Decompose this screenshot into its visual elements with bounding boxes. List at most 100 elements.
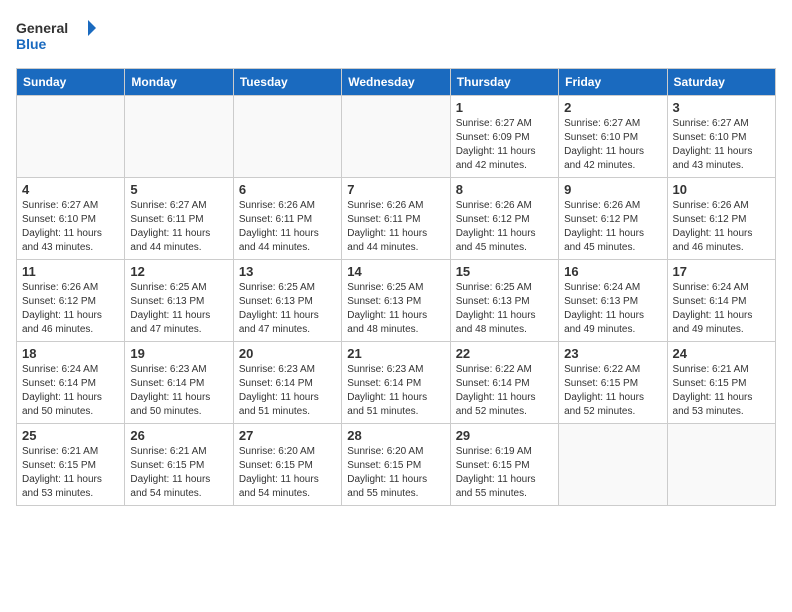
calendar-week-4: 18 Sunrise: 6:24 AM Sunset: 6:14 PM Dayli… <box>17 342 776 424</box>
weekday-header-sunday: Sunday <box>17 69 125 96</box>
logo: General Blue <box>16 16 96 56</box>
calendar-cell: 10Sunrise: 6:26 AM Sunset: 6:12 PM Dayli… <box>667 178 775 260</box>
day-info: Sunrise: 6:26 AM Sunset: 6:11 PM Dayligh… <box>239 199 336 255</box>
calendar-cell: 12 Sunrise: 6:25 AM Sunset: 6:13 PM Dayli… <box>125 260 233 342</box>
weekday-header-wednesday: Wednesday <box>342 69 450 96</box>
day-info: Sunrise: 6:26 AM Sunset: 6:12 PM Dayligh… <box>456 199 553 255</box>
logo-svg: General Blue <box>16 16 96 56</box>
day-number: 12 <box>130 264 227 279</box>
calendar-cell <box>125 96 233 178</box>
calendar-cell: 11 Sunrise: 6:26 AM Sunset: 6:12 PM Dayli… <box>17 260 125 342</box>
day-info: Sunrise: 6:20 AM Sunset: 6:15 PM Dayligh… <box>347 445 444 501</box>
calendar-cell <box>559 424 667 506</box>
day-info: Sunrise: 6:23 AM Sunset: 6:14 PM Dayligh… <box>347 363 444 419</box>
day-info: Sunrise: 6:26 AM Sunset: 6:11 PM Dayligh… <box>347 199 444 255</box>
calendar-cell: 13 Sunrise: 6:25 AM Sunset: 6:13 PM Dayli… <box>233 260 341 342</box>
day-number: 23 <box>564 346 661 361</box>
weekday-header-thursday: Thursday <box>450 69 558 96</box>
day-number: 14 <box>347 264 444 279</box>
day-info: Sunrise: 6:25 AM Sunset: 6:13 PM Dayligh… <box>239 281 336 337</box>
day-number: 3 <box>673 100 770 115</box>
calendar-week-1: 1 Sunrise: 6:27 AM Sunset: 6:09 PM Daylig… <box>17 96 776 178</box>
day-info: Sunrise: 6:26 AM Sunset: 6:12 PM Dayligh… <box>673 199 770 255</box>
day-info: Sunrise: 6:23 AM Sunset: 6:14 PM Dayligh… <box>130 363 227 419</box>
calendar-cell: 24 Sunrise: 6:21 AM Sunset: 6:15 PM Dayli… <box>667 342 775 424</box>
day-info: Sunrise: 6:25 AM Sunset: 6:13 PM Dayligh… <box>347 281 444 337</box>
day-info: Sunrise: 6:24 AM Sunset: 6:14 PM Dayligh… <box>673 281 770 337</box>
calendar-cell: 1 Sunrise: 6:27 AM Sunset: 6:09 PM Daylig… <box>450 96 558 178</box>
day-number: 17 <box>673 264 770 279</box>
day-number: 9 <box>564 182 661 197</box>
page-header: General Blue <box>16 16 776 56</box>
day-number: 2 <box>564 100 661 115</box>
calendar-cell: 9 Sunrise: 6:26 AM Sunset: 6:12 PM Daylig… <box>559 178 667 260</box>
weekday-header-friday: Friday <box>559 69 667 96</box>
day-number: 7 <box>347 182 444 197</box>
day-number: 26 <box>130 428 227 443</box>
day-number: 22 <box>456 346 553 361</box>
calendar-cell <box>667 424 775 506</box>
day-info: Sunrise: 6:25 AM Sunset: 6:13 PM Dayligh… <box>456 281 553 337</box>
day-info: Sunrise: 6:27 AM Sunset: 6:11 PM Dayligh… <box>130 199 227 255</box>
calendar-cell: 3 Sunrise: 6:27 AM Sunset: 6:10 PM Daylig… <box>667 96 775 178</box>
day-info: Sunrise: 6:24 AM Sunset: 6:13 PM Dayligh… <box>564 281 661 337</box>
day-info: Sunrise: 6:27 AM Sunset: 6:10 PM Dayligh… <box>673 117 770 173</box>
day-number: 27 <box>239 428 336 443</box>
calendar-cell: 2 Sunrise: 6:27 AM Sunset: 6:10 PM Daylig… <box>559 96 667 178</box>
calendar-cell: 7 Sunrise: 6:26 AM Sunset: 6:11 PM Daylig… <box>342 178 450 260</box>
calendar-cell: 8 Sunrise: 6:26 AM Sunset: 6:12 PM Daylig… <box>450 178 558 260</box>
day-number: 24 <box>673 346 770 361</box>
calendar-table: SundayMondayTuesdayWednesdayThursdayFrid… <box>16 68 776 506</box>
day-number: 18 <box>22 346 119 361</box>
day-number: 8 <box>456 182 553 197</box>
calendar-cell: 28 Sunrise: 6:20 AM Sunset: 6:15 PM Dayli… <box>342 424 450 506</box>
day-number: 6 <box>239 182 336 197</box>
day-number: 19 <box>130 346 227 361</box>
calendar-cell: 22 Sunrise: 6:22 AM Sunset: 6:14 PM Dayli… <box>450 342 558 424</box>
calendar-cell: 14 Sunrise: 6:25 AM Sunset: 6:13 PM Dayli… <box>342 260 450 342</box>
calendar-week-5: 25Sunrise: 6:21 AM Sunset: 6:15 PM Dayli… <box>17 424 776 506</box>
day-info: Sunrise: 6:22 AM Sunset: 6:14 PM Dayligh… <box>456 363 553 419</box>
calendar-week-3: 11 Sunrise: 6:26 AM Sunset: 6:12 PM Dayli… <box>17 260 776 342</box>
day-number: 1 <box>456 100 553 115</box>
calendar-cell <box>233 96 341 178</box>
day-info: Sunrise: 6:20 AM Sunset: 6:15 PM Dayligh… <box>239 445 336 501</box>
day-number: 28 <box>347 428 444 443</box>
day-info: Sunrise: 6:26 AM Sunset: 6:12 PM Dayligh… <box>564 199 661 255</box>
day-info: Sunrise: 6:22 AM Sunset: 6:15 PM Dayligh… <box>564 363 661 419</box>
day-info: Sunrise: 6:26 AM Sunset: 6:12 PM Dayligh… <box>22 281 119 337</box>
day-number: 21 <box>347 346 444 361</box>
day-info: Sunrise: 6:27 AM Sunset: 6:10 PM Dayligh… <box>22 199 119 255</box>
day-number: 16 <box>564 264 661 279</box>
day-info: Sunrise: 6:21 AM Sunset: 6:15 PM Dayligh… <box>130 445 227 501</box>
day-info: Sunrise: 6:27 AM Sunset: 6:09 PM Dayligh… <box>456 117 553 173</box>
calendar-cell: 27 Sunrise: 6:20 AM Sunset: 6:15 PM Dayli… <box>233 424 341 506</box>
weekday-header-monday: Monday <box>125 69 233 96</box>
day-info: Sunrise: 6:25 AM Sunset: 6:13 PM Dayligh… <box>130 281 227 337</box>
day-info: Sunrise: 6:24 AM Sunset: 6:14 PM Dayligh… <box>22 363 119 419</box>
day-info: Sunrise: 6:21 AM Sunset: 6:15 PM Dayligh… <box>673 363 770 419</box>
calendar-week-2: 4 Sunrise: 6:27 AM Sunset: 6:10 PM Daylig… <box>17 178 776 260</box>
svg-text:General: General <box>16 20 68 36</box>
calendar-cell: 16 Sunrise: 6:24 AM Sunset: 6:13 PM Dayli… <box>559 260 667 342</box>
day-number: 11 <box>22 264 119 279</box>
calendar-cell: 20Sunrise: 6:23 AM Sunset: 6:14 PM Dayli… <box>233 342 341 424</box>
calendar-cell: 5 Sunrise: 6:27 AM Sunset: 6:11 PM Daylig… <box>125 178 233 260</box>
day-number: 5 <box>130 182 227 197</box>
calendar-cell: 23 Sunrise: 6:22 AM Sunset: 6:15 PM Dayli… <box>559 342 667 424</box>
day-number: 13 <box>239 264 336 279</box>
day-info: Sunrise: 6:27 AM Sunset: 6:10 PM Dayligh… <box>564 117 661 173</box>
day-number: 15 <box>456 264 553 279</box>
calendar-cell <box>342 96 450 178</box>
calendar-cell: 15 Sunrise: 6:25 AM Sunset: 6:13 PM Dayli… <box>450 260 558 342</box>
day-number: 4 <box>22 182 119 197</box>
day-info: Sunrise: 6:23 AM Sunset: 6:14 PM Dayligh… <box>239 363 336 419</box>
calendar-cell: 19 Sunrise: 6:23 AM Sunset: 6:14 PM Dayli… <box>125 342 233 424</box>
weekday-header-tuesday: Tuesday <box>233 69 341 96</box>
calendar-cell: 6 Sunrise: 6:26 AM Sunset: 6:11 PM Daylig… <box>233 178 341 260</box>
calendar-cell: 4 Sunrise: 6:27 AM Sunset: 6:10 PM Daylig… <box>17 178 125 260</box>
calendar-cell: 29Sunrise: 6:19 AM Sunset: 6:15 PM Dayli… <box>450 424 558 506</box>
calendar-cell: 21 Sunrise: 6:23 AM Sunset: 6:14 PM Dayli… <box>342 342 450 424</box>
day-info: Sunrise: 6:21 AM Sunset: 6:15 PM Dayligh… <box>22 445 119 501</box>
weekday-header-saturday: Saturday <box>667 69 775 96</box>
